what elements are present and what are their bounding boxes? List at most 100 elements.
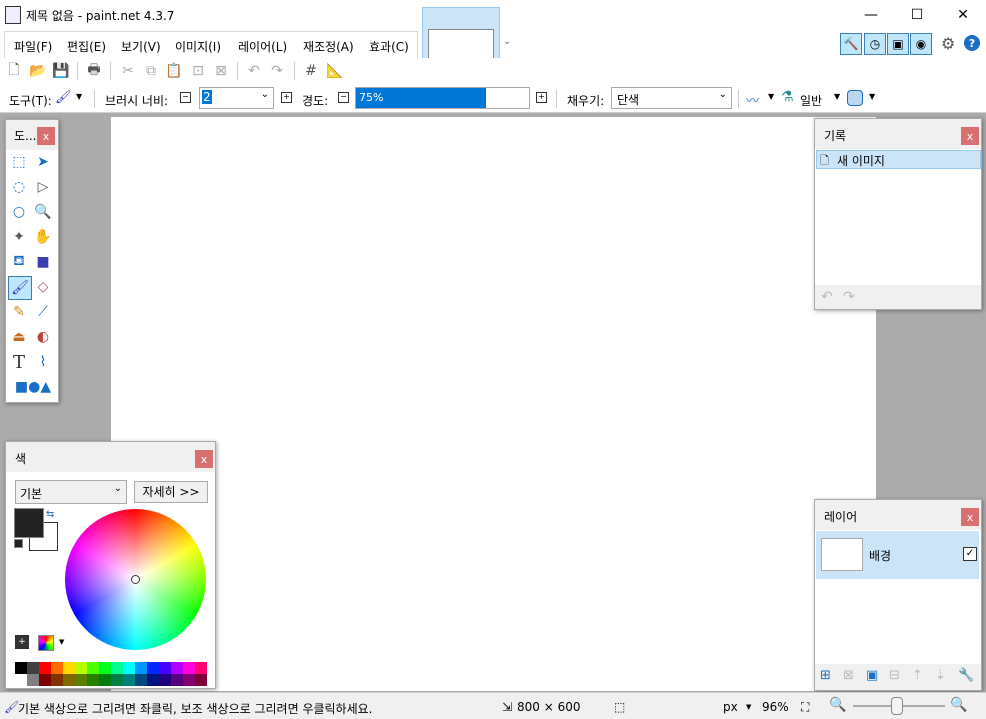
history-undo-icon[interactable]: ↶ bbox=[821, 289, 833, 305]
text-tool-icon[interactable]: T bbox=[8, 351, 30, 373]
move-selected-tool-icon[interactable]: ➤ bbox=[32, 151, 54, 173]
brush-width-input[interactable]: 2 ⌄ bbox=[199, 87, 274, 109]
palette-swatch[interactable] bbox=[63, 674, 75, 686]
ruler-icon[interactable]: 📐 bbox=[326, 62, 344, 80]
merge-layer-icon[interactable]: ⊟ bbox=[889, 668, 900, 683]
lasso-select-tool-icon[interactable]: ◌ bbox=[8, 176, 30, 198]
palette-swatch[interactable] bbox=[87, 662, 99, 674]
hardness-slider[interactable]: 75% bbox=[355, 87, 530, 109]
palette-swatch[interactable] bbox=[159, 674, 171, 686]
zoom-to-window-icon[interactable]: ⛶ bbox=[801, 700, 809, 715]
ellipse-select-tool-icon[interactable]: ○ bbox=[8, 201, 30, 223]
new-file-icon[interactable]: 🗋 bbox=[5, 62, 23, 80]
palette-swatch[interactable] bbox=[51, 662, 63, 674]
print-icon[interactable]: 🖶 bbox=[85, 62, 103, 80]
maximize-button[interactable]: ☐ bbox=[894, 0, 940, 30]
blend-mode-flask-icon[interactable]: ⚗ bbox=[781, 89, 794, 105]
palette-swatch[interactable] bbox=[87, 674, 99, 686]
clone-stamp-tool-icon[interactable]: ⏏ bbox=[8, 326, 30, 348]
pan-tool-icon[interactable]: ✋ bbox=[32, 226, 54, 248]
move-layer-up-icon[interactable]: ⇡ bbox=[912, 668, 923, 683]
help-icon[interactable]: ? bbox=[964, 35, 980, 51]
palette-swatch[interactable] bbox=[135, 662, 147, 674]
reset-colors-icon[interactable] bbox=[14, 539, 23, 548]
palette-swatch[interactable] bbox=[171, 662, 183, 674]
paste-icon[interactable]: 📋 bbox=[165, 62, 183, 80]
palette-swatch[interactable] bbox=[39, 662, 51, 674]
paintbrush-tool-icon[interactable]: 🖌 bbox=[55, 90, 72, 105]
palette-swatch[interactable] bbox=[27, 662, 39, 674]
palette-swatch[interactable] bbox=[171, 674, 183, 686]
redo-icon[interactable]: ↷ bbox=[268, 62, 286, 80]
menu-layer[interactable]: 레이어(L) bbox=[238, 38, 287, 55]
primary-color-swatch[interactable] bbox=[14, 508, 44, 538]
more-colors-button[interactable]: 자세히 >> bbox=[134, 481, 208, 503]
color-wheel-cursor[interactable] bbox=[131, 575, 140, 584]
settings-gear-icon[interactable]: ⚙ bbox=[941, 34, 955, 53]
palette-swatch[interactable] bbox=[111, 662, 123, 674]
add-to-palette-icon[interactable]: + bbox=[15, 635, 29, 649]
fill-select[interactable]: 단색 ⌄ bbox=[611, 87, 732, 109]
hardness-decrease-icon[interactable]: − bbox=[338, 92, 349, 103]
hardness-increase-icon[interactable]: + bbox=[536, 92, 547, 103]
palette-swatch[interactable] bbox=[147, 674, 159, 686]
gradient-tool-icon[interactable]: ■ bbox=[32, 251, 54, 273]
rectangle-select-tool-icon[interactable]: ⬚ bbox=[8, 151, 30, 173]
zoom-out-icon[interactable]: 🔍 bbox=[829, 697, 846, 713]
palette-swatch[interactable] bbox=[183, 674, 195, 686]
undo-icon[interactable]: ↶ bbox=[245, 62, 263, 80]
selection-mode-icon[interactable] bbox=[847, 90, 863, 106]
cut-icon[interactable]: ✂ bbox=[119, 62, 137, 80]
palette-swatch[interactable] bbox=[147, 662, 159, 674]
palette-swatch[interactable] bbox=[39, 674, 51, 686]
color-picker-tool-icon[interactable]: ⟋ bbox=[32, 301, 54, 323]
palette-swatch[interactable] bbox=[15, 674, 27, 686]
delete-layer-icon[interactable]: ⊠ bbox=[843, 668, 854, 683]
swap-colors-icon[interactable]: ⇆ bbox=[46, 509, 54, 520]
antialiasing-icon[interactable]: 〰 bbox=[746, 90, 759, 109]
move-selection-tool-icon[interactable]: ▷ bbox=[32, 176, 54, 198]
magic-wand-tool-icon[interactable]: ✦ bbox=[8, 226, 30, 248]
palette-swatch[interactable] bbox=[99, 674, 111, 686]
tab-list-chevron-icon[interactable]: ⌄ bbox=[503, 36, 511, 47]
eraser-tool-icon[interactable]: ◇ bbox=[32, 276, 54, 298]
palette-swatch[interactable] bbox=[27, 674, 39, 686]
colors-panel-close-button[interactable]: x bbox=[195, 450, 213, 468]
unit-select[interactable]: px bbox=[723, 700, 738, 714]
minimize-button[interactable]: — bbox=[848, 0, 894, 30]
history-item[interactable]: 🗋 새 이미지 bbox=[816, 150, 981, 169]
tool-dropdown-arrow-icon[interactable]: ▼ bbox=[76, 92, 82, 101]
add-layer-icon[interactable]: ⊞ bbox=[820, 668, 831, 683]
palette-options-icon[interactable] bbox=[38, 635, 54, 651]
layer-visibility-checkbox[interactable]: ✓ bbox=[963, 547, 977, 561]
zoom-in-icon[interactable]: 🔍 bbox=[950, 697, 967, 713]
layer-row[interactable]: 배경 ✓ bbox=[816, 531, 979, 579]
copy-icon[interactable]: ⧉ bbox=[142, 62, 160, 80]
palette-swatch[interactable] bbox=[135, 674, 147, 686]
tools-window-toggle-icon[interactable]: 🔨 bbox=[840, 33, 862, 55]
blend-mode-value[interactable]: 일반 bbox=[800, 92, 822, 109]
paintbrush-tool-button-icon[interactable]: 🖌 bbox=[8, 276, 32, 300]
save-icon[interactable]: 💾 bbox=[52, 62, 70, 80]
palette-swatch[interactable] bbox=[51, 674, 63, 686]
palette-swatch[interactable] bbox=[195, 662, 207, 674]
menu-effects[interactable]: 효과(C) bbox=[369, 38, 409, 55]
zoom-tool-icon[interactable]: 🔍 bbox=[32, 201, 54, 223]
palette-options-arrow-icon[interactable]: ▼ bbox=[59, 638, 64, 646]
menu-image[interactable]: 이미지(I) bbox=[175, 38, 221, 55]
palette-select[interactable]: 기본 ⌄ bbox=[15, 480, 127, 504]
history-redo-icon[interactable]: ↷ bbox=[843, 289, 855, 305]
pencil-tool-icon[interactable]: ✎ bbox=[8, 301, 30, 323]
selection-dropdown-arrow-icon[interactable]: ▼ bbox=[869, 92, 875, 101]
image-canvas[interactable] bbox=[111, 117, 876, 691]
deselect-icon[interactable]: ⊠ bbox=[212, 62, 230, 80]
menu-view[interactable]: 보기(V) bbox=[121, 38, 161, 55]
move-layer-down-icon[interactable]: ⇣ bbox=[935, 668, 946, 683]
palette-swatch[interactable] bbox=[75, 662, 87, 674]
duplicate-layer-icon[interactable]: ▣ bbox=[866, 668, 878, 683]
unit-dropdown-arrow-icon[interactable]: ▼ bbox=[746, 703, 751, 711]
brush-width-increase-icon[interactable]: + bbox=[281, 92, 292, 103]
brush-width-decrease-icon[interactable]: − bbox=[180, 92, 191, 103]
antialiasing-dropdown-arrow-icon[interactable]: ▼ bbox=[768, 92, 774, 101]
history-window-toggle-icon[interactable]: ◷ bbox=[864, 33, 886, 55]
